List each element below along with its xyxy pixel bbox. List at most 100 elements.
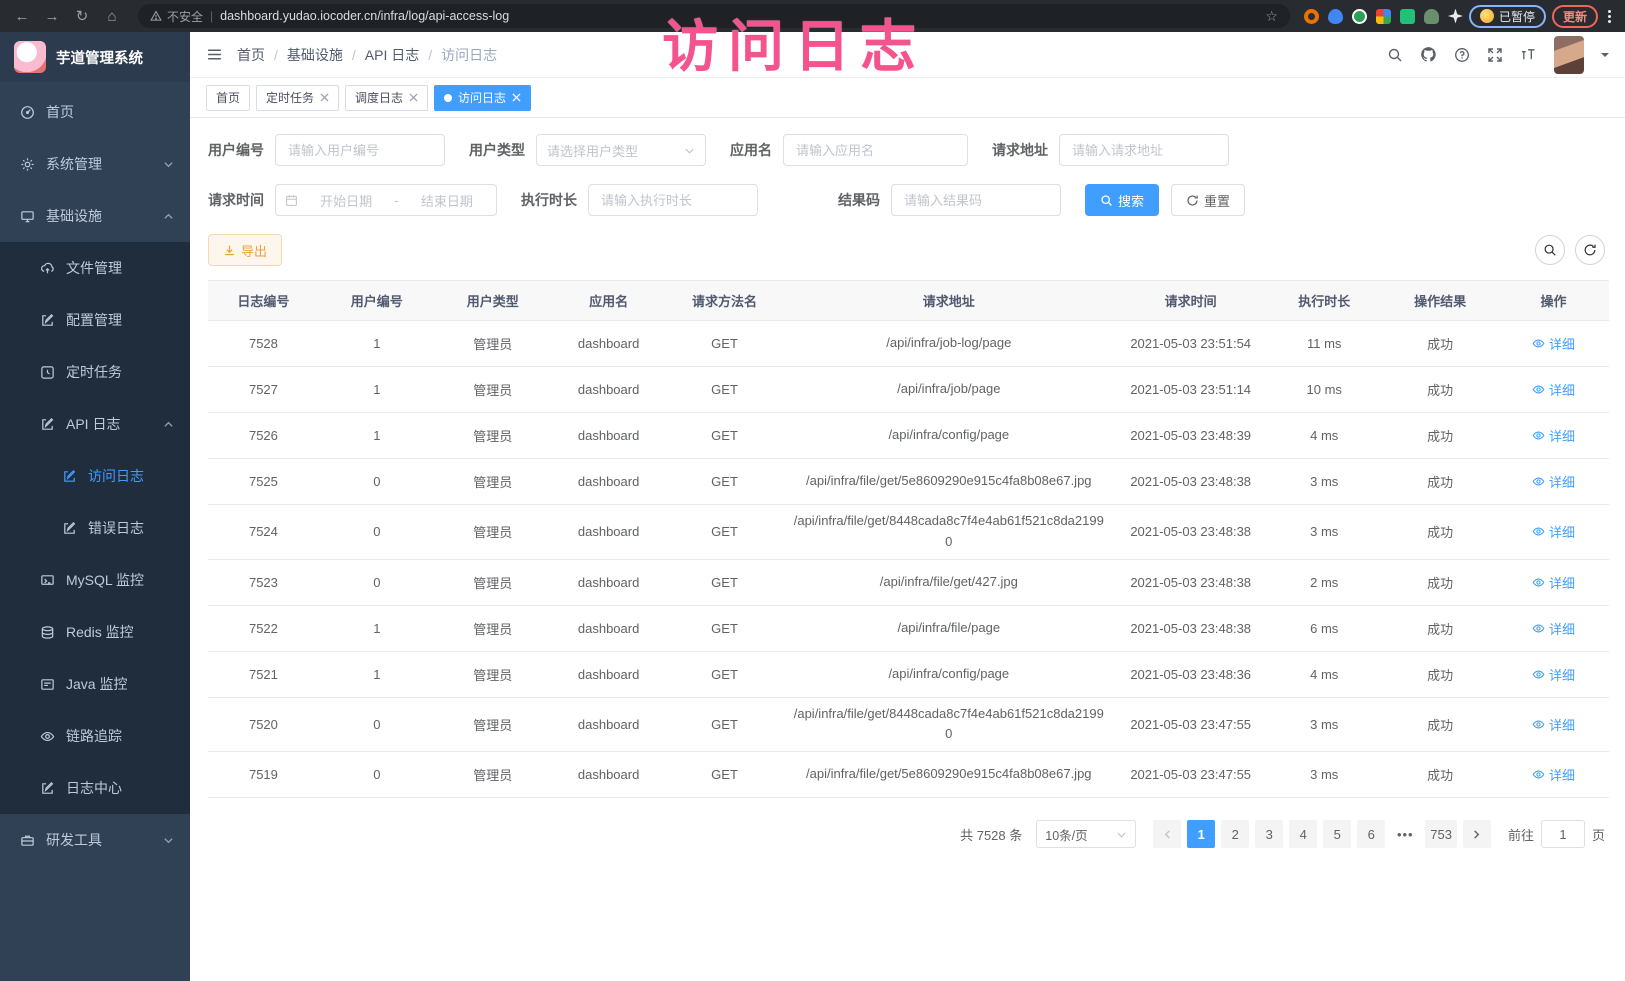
- detail-link[interactable]: 详细: [1532, 522, 1575, 541]
- back-icon[interactable]: ←: [10, 4, 34, 28]
- extension-icon[interactable]: [1352, 9, 1367, 24]
- eye-icon: [40, 729, 55, 744]
- detail-link[interactable]: 详细: [1532, 765, 1575, 784]
- close-icon[interactable]: [409, 93, 418, 102]
- reset-button[interactable]: 重置: [1171, 184, 1245, 216]
- goto-page-input[interactable]: [1541, 820, 1585, 848]
- sidebar-item-java-monitor[interactable]: Java 监控: [0, 658, 190, 710]
- chevron-down-icon: [163, 159, 174, 170]
- update-button[interactable]: 更新: [1552, 5, 1598, 28]
- tab-home[interactable]: 首页: [206, 85, 250, 111]
- result-code-input[interactable]: [891, 184, 1061, 216]
- profile-paused-badge[interactable]: 已暂停: [1469, 5, 1546, 28]
- help-icon[interactable]: [1454, 47, 1470, 63]
- tab-access-log[interactable]: 访问日志: [434, 85, 531, 111]
- detail-link[interactable]: 详细: [1532, 573, 1575, 592]
- sidebar-item-home[interactable]: 首页: [0, 86, 190, 138]
- page-button[interactable]: 1: [1187, 820, 1215, 848]
- sidebar-item-file-management[interactable]: 文件管理: [0, 242, 190, 294]
- prev-page-button[interactable]: [1153, 820, 1181, 848]
- page-button[interactable]: 4: [1289, 820, 1317, 848]
- page-button[interactable]: 3: [1255, 820, 1283, 848]
- next-page-button[interactable]: [1463, 820, 1491, 848]
- app-name-label: 应用名: [730, 140, 772, 160]
- reload-icon[interactable]: ↻: [70, 4, 94, 28]
- browser-menu-icon[interactable]: [1604, 10, 1615, 23]
- sidebar-item-mysql-monitor[interactable]: MySQL 监控: [0, 554, 190, 606]
- tab-scheduled-tasks[interactable]: 定时任务: [256, 85, 339, 111]
- sidebar-item-config-management[interactable]: 配置管理: [0, 294, 190, 346]
- security-chip[interactable]: 不安全: [150, 8, 203, 25]
- extension-icon[interactable]: [1400, 9, 1415, 24]
- breadcrumb-item[interactable]: 基础设施: [287, 45, 343, 65]
- close-icon[interactable]: [320, 93, 329, 102]
- sidebar-item-log-center[interactable]: 日志中心: [0, 762, 190, 814]
- duration-input[interactable]: [588, 184, 758, 216]
- user-type-select[interactable]: 请选择用户类型: [536, 134, 706, 166]
- page-button[interactable]: 5: [1323, 820, 1351, 848]
- detail-link[interactable]: 详细: [1532, 619, 1575, 638]
- tab-schedule-log[interactable]: 调度日志: [345, 85, 428, 111]
- extension-icon[interactable]: [1448, 9, 1463, 24]
- table-row: 75190管理员dashboardGET/api/infra/file/get/…: [208, 752, 1609, 798]
- sidebar-item-dev-tools[interactable]: 研发工具: [0, 814, 190, 866]
- collapse-menu-icon[interactable]: [206, 46, 223, 63]
- extension-icon[interactable]: [1304, 9, 1319, 24]
- bookmark-star-icon[interactable]: ☆: [1265, 8, 1278, 25]
- page-button[interactable]: 753: [1425, 820, 1457, 848]
- page-button[interactable]: 6: [1357, 820, 1385, 848]
- screen: ← → ↻ ⌂ 不安全 | dashboard.yudao.iocoder.cn…: [0, 0, 1625, 981]
- forward-icon[interactable]: →: [40, 4, 64, 28]
- eye-icon: [1532, 718, 1545, 731]
- refresh-table-button[interactable]: [1575, 235, 1605, 265]
- sidebar-item-scheduled-tasks[interactable]: 定时任务: [0, 346, 190, 398]
- detail-link[interactable]: 详细: [1532, 472, 1575, 491]
- avatar-caret-icon[interactable]: [1601, 53, 1609, 61]
- result-code-label: 结果码: [838, 190, 880, 210]
- font-size-icon[interactable]: [1520, 47, 1537, 62]
- address-bar[interactable]: 不安全 | dashboard.yudao.iocoder.cn/infra/l…: [138, 4, 1290, 28]
- sidebar-item-system[interactable]: 系统管理: [0, 138, 190, 190]
- table-row: 75221管理员dashboardGET/api/infra/file/page…: [208, 605, 1609, 651]
- export-button[interactable]: 导出: [208, 234, 282, 266]
- detail-link[interactable]: 详细: [1532, 380, 1575, 399]
- start-date-placeholder: 开始日期: [306, 191, 386, 210]
- detail-link[interactable]: 详细: [1532, 715, 1575, 734]
- sidebar-item-link-trace[interactable]: 链路追踪: [0, 710, 190, 762]
- extension-icon[interactable]: [1424, 9, 1439, 24]
- search-button[interactable]: 搜索: [1085, 184, 1159, 216]
- toggle-search-button[interactable]: [1535, 235, 1565, 265]
- detail-link[interactable]: 详细: [1532, 426, 1575, 445]
- sidebar-item-error-log[interactable]: 错误日志: [0, 502, 190, 554]
- fullscreen-icon[interactable]: [1487, 47, 1503, 63]
- detail-link[interactable]: 详细: [1532, 665, 1575, 684]
- user-id-input[interactable]: [275, 134, 445, 166]
- page-button[interactable]: 2: [1221, 820, 1249, 848]
- detail-link[interactable]: 详细: [1532, 334, 1575, 353]
- close-icon[interactable]: [512, 93, 521, 102]
- sidebar-item-redis-monitor[interactable]: Redis 监控: [0, 606, 190, 658]
- breadcrumb-item[interactable]: API 日志: [365, 45, 419, 65]
- sidebar-item-access-log[interactable]: 访问日志: [0, 450, 190, 502]
- sidebar-item-infrastructure[interactable]: 基础设施: [0, 190, 190, 242]
- request-url-input[interactable]: [1059, 134, 1229, 166]
- app-name-input[interactable]: [783, 134, 968, 166]
- more-pages-icon[interactable]: •••: [1391, 820, 1419, 848]
- breadcrumb-item[interactable]: 首页: [237, 45, 265, 65]
- home-icon[interactable]: ⌂: [100, 4, 124, 28]
- range-separator: -: [394, 193, 398, 208]
- extension-icon[interactable]: [1376, 9, 1391, 24]
- main-area: 首页 / 基础设施 / API 日志 / 访问日志: [190, 32, 1625, 981]
- sidebar-header[interactable]: 芋道管理系统: [0, 32, 190, 82]
- search-icon[interactable]: [1387, 47, 1403, 63]
- table-header-row: 日志编号 用户编号 用户类型 应用名 请求方法名 请求地址 请求时间 执行时长 …: [208, 281, 1609, 321]
- sidebar-item-api-log[interactable]: API 日志: [0, 398, 190, 450]
- extension-icon[interactable]: [1328, 9, 1343, 24]
- date-range-picker[interactable]: 开始日期 - 结束日期: [275, 184, 497, 216]
- page-size-select[interactable]: 10条/页: [1036, 820, 1136, 848]
- github-icon[interactable]: [1420, 46, 1437, 63]
- request-url-label: 请求地址: [992, 140, 1048, 160]
- app-title: 芋道管理系统: [56, 47, 143, 68]
- user-avatar[interactable]: [1554, 36, 1584, 74]
- user-type-label: 用户类型: [469, 140, 525, 160]
